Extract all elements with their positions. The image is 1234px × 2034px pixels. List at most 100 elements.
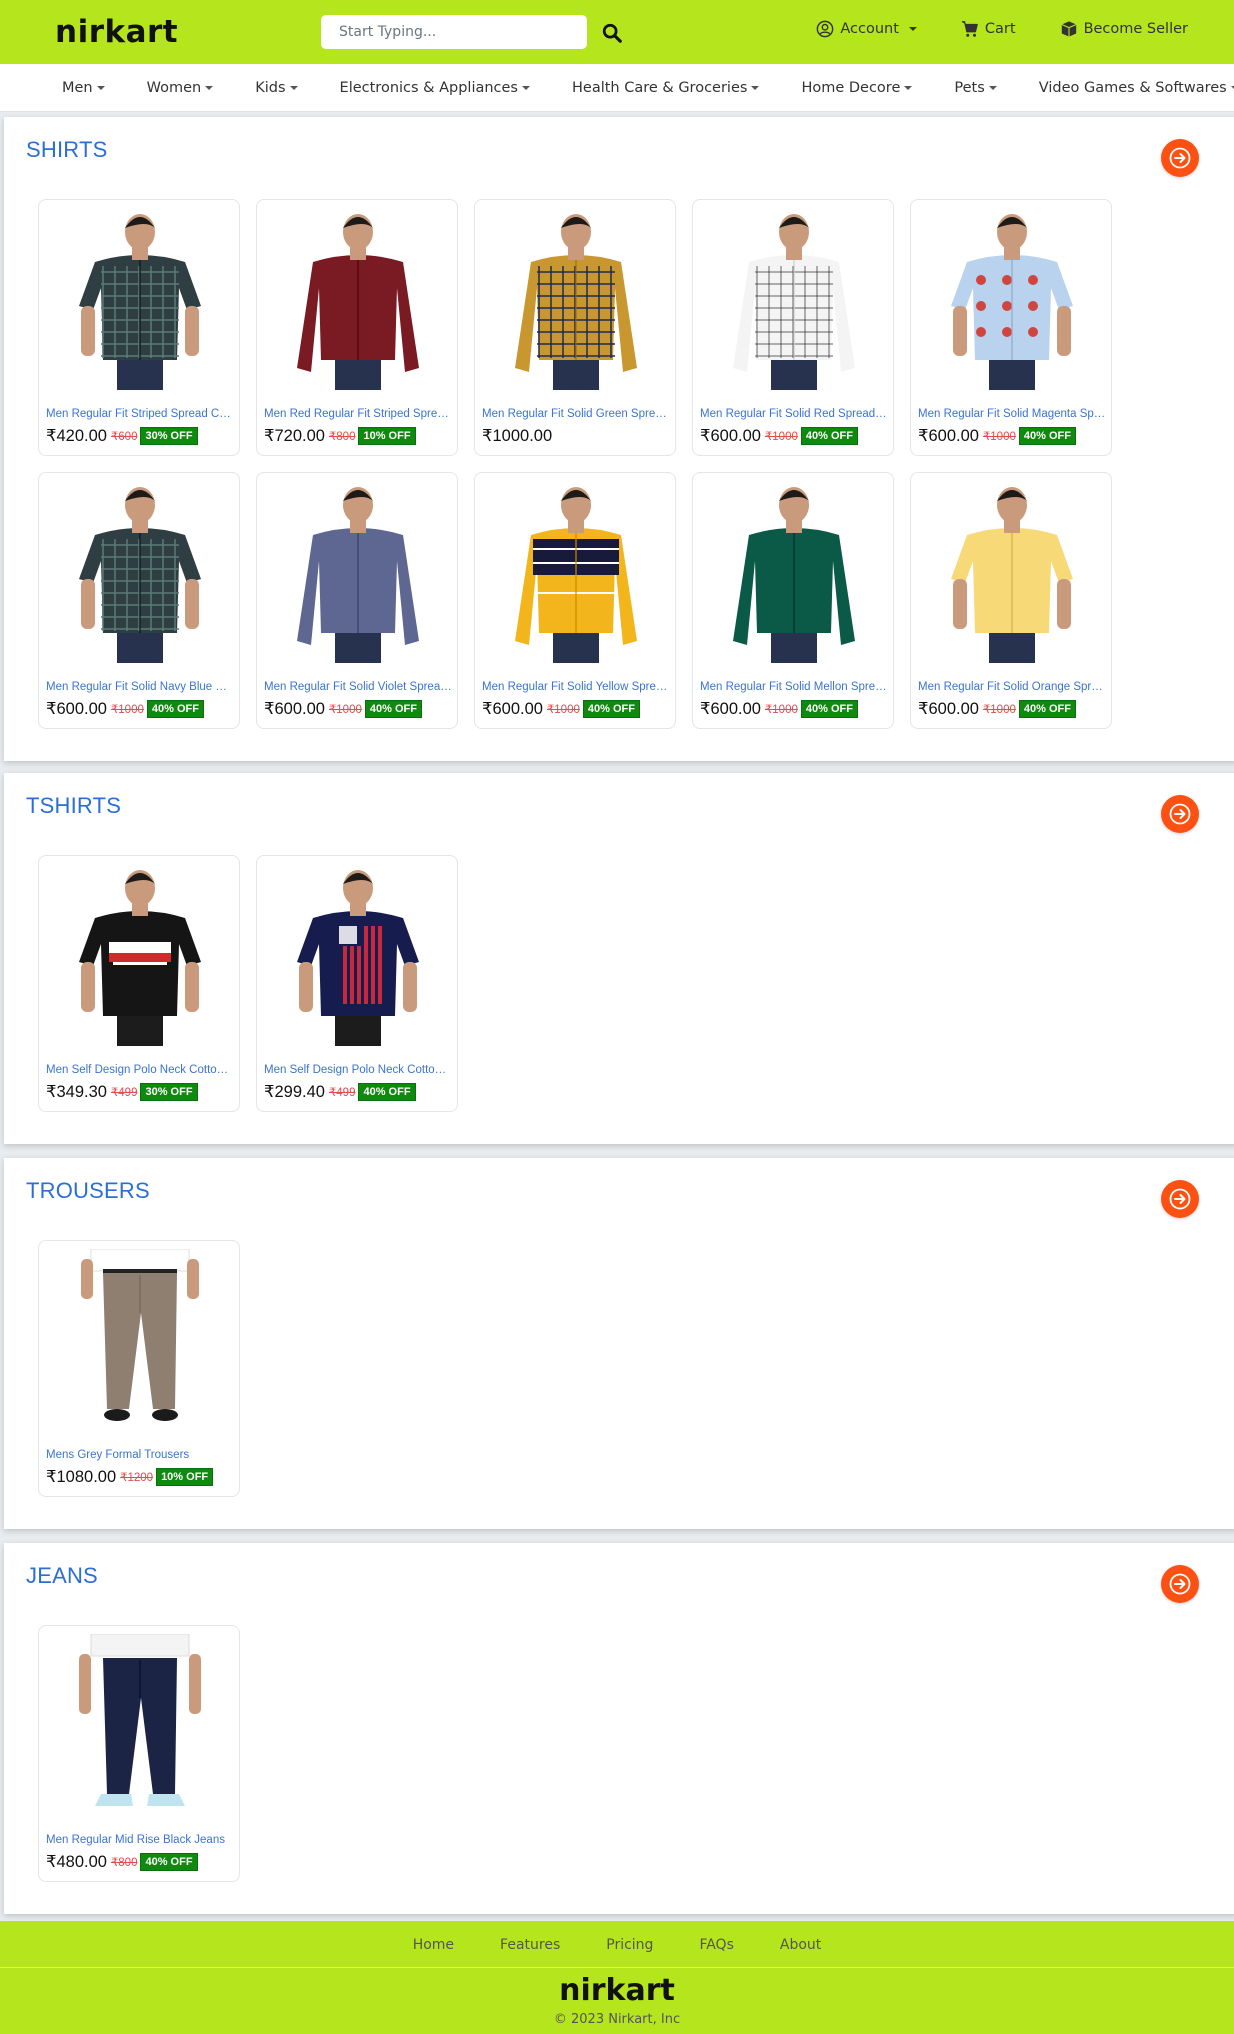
view-all-button[interactable] bbox=[1161, 1565, 1199, 1603]
product-image[interactable] bbox=[269, 208, 447, 390]
original-price: ₹600 bbox=[110, 431, 138, 443]
product-name[interactable]: Men Regular Fit Solid Violet Spread Coll… bbox=[264, 681, 452, 693]
chevron-down-icon bbox=[205, 85, 214, 90]
footer-link-features[interactable]: Features bbox=[500, 1937, 560, 1953]
product-image[interactable] bbox=[269, 481, 447, 663]
cart-label: Cart bbox=[984, 21, 1016, 37]
footer-links: Home Features Pricing FAQs About bbox=[0, 1937, 1234, 1953]
footer-logo: nirkart bbox=[559, 1973, 675, 2008]
product-name[interactable]: Men Regular Fit Solid Yellow Spread Coll… bbox=[482, 681, 670, 693]
product-image[interactable] bbox=[51, 481, 229, 663]
arrow-right-icon bbox=[1169, 803, 1191, 825]
original-price: ₹1000 bbox=[764, 704, 798, 716]
category-electronics-appliances[interactable]: Electronics & Appliances bbox=[340, 80, 530, 96]
product-card[interactable]: Mens Grey Formal Trousers ₹1080.00 ₹1200 10… bbox=[38, 1240, 240, 1497]
category-label: Health Care & Groceries bbox=[572, 79, 748, 96]
product-name[interactable]: Men Self Design Polo Neck Cotton Blend T… bbox=[264, 1064, 452, 1076]
seller-label: Become Seller bbox=[1083, 21, 1188, 37]
product-image[interactable] bbox=[705, 208, 883, 390]
product-card[interactable]: Men Regular Fit Solid Red Spread Collar … bbox=[692, 199, 894, 456]
product-name[interactable]: Men Regular Fit Solid Red Spread Collar … bbox=[700, 408, 888, 420]
footer-link-home[interactable]: Home bbox=[413, 1937, 454, 1953]
category-health-care-groceries[interactable]: Health Care & Groceries bbox=[572, 79, 760, 96]
product-image[interactable] bbox=[487, 481, 665, 663]
product-card[interactable]: Men Red Regular Fit Striped Spread Colla… bbox=[256, 199, 458, 456]
product-image[interactable] bbox=[705, 481, 883, 663]
product-image[interactable] bbox=[51, 208, 229, 390]
product-card[interactable]: Men Regular Mid Rise Black Jeans ₹480.00 ₹… bbox=[38, 1625, 240, 1882]
product-name[interactable]: Men Regular Fit Solid Mellon Spread Coll… bbox=[700, 681, 888, 693]
product-name[interactable]: Men Red Regular Fit Striped Spread Colla… bbox=[264, 408, 452, 420]
product-image[interactable] bbox=[51, 864, 229, 1046]
discount-badge: 40% OFF bbox=[1018, 700, 1076, 718]
product-card[interactable]: Men Self Design Polo Neck Cotton Blend T… bbox=[256, 855, 458, 1112]
view-all-button[interactable] bbox=[1161, 795, 1199, 833]
product-name[interactable]: Mens Grey Formal Trousers bbox=[46, 1449, 234, 1461]
original-price: ₹1000 bbox=[546, 704, 580, 716]
product-image[interactable] bbox=[487, 208, 665, 390]
header-actions: Account Cart Become Seller bbox=[816, 20, 1188, 38]
chevron-down-icon bbox=[904, 85, 913, 90]
cart-link[interactable]: Cart bbox=[961, 20, 1016, 38]
discount-badge: 40% OFF bbox=[1018, 427, 1076, 445]
product-name[interactable]: Men Regular Fit Solid Navy Blue Spread C… bbox=[46, 681, 234, 693]
product-image[interactable] bbox=[923, 481, 1101, 663]
product-card[interactable]: Men Regular Fit Solid Violet Spread Coll… bbox=[256, 472, 458, 729]
brand-logo[interactable]: nirkart bbox=[55, 14, 178, 50]
cart-icon bbox=[961, 21, 978, 37]
search-box bbox=[321, 15, 622, 49]
section-trousers: TROUSERS Mens Grey Formal Trousers ₹1080.0… bbox=[4, 1158, 1234, 1529]
category-pets[interactable]: Pets bbox=[954, 80, 997, 96]
product-image[interactable] bbox=[269, 864, 447, 1046]
arrow-right-icon bbox=[1169, 147, 1191, 169]
footer-link-about[interactable]: About bbox=[780, 1937, 821, 1953]
product-price: ₹299.40 bbox=[264, 1083, 325, 1101]
section-shirts: SHIRTS Men Regular Fit Striped Spread Col… bbox=[4, 117, 1234, 761]
category-women[interactable]: Women bbox=[147, 80, 214, 96]
original-price: ₹800 bbox=[110, 1857, 138, 1869]
product-price: ₹600.00 bbox=[482, 700, 543, 718]
chevron-down-icon bbox=[988, 85, 997, 90]
product-card[interactable]: Men Regular Fit Solid Mellon Spread Coll… bbox=[692, 472, 894, 729]
product-image[interactable] bbox=[51, 1248, 229, 1431]
discount-badge: 10% OFF bbox=[156, 1468, 214, 1486]
product-image[interactable] bbox=[923, 208, 1101, 390]
product-card[interactable]: Men Regular Fit Solid Magenta Spread Col… bbox=[910, 199, 1112, 456]
footer-link-faqs[interactable]: FAQs bbox=[699, 1937, 733, 1953]
product-name[interactable]: Men Regular Fit Solid Magenta Spread Col… bbox=[918, 408, 1106, 420]
category-men[interactable]: Men bbox=[62, 80, 105, 96]
product-image[interactable] bbox=[51, 1633, 229, 1816]
product-price: ₹349.30 bbox=[46, 1083, 107, 1101]
view-all-button[interactable] bbox=[1161, 1180, 1199, 1218]
category-home-decore[interactable]: Home Decore bbox=[801, 80, 913, 96]
product-price: ₹600.00 bbox=[700, 700, 761, 718]
product-card[interactable]: Men Regular Fit Solid Yellow Spread Coll… bbox=[474, 472, 676, 729]
price-row: ₹600.00 ₹1000 40% OFF bbox=[918, 426, 1076, 446]
category-kids[interactable]: Kids bbox=[255, 80, 298, 96]
product-card[interactable]: Men Regular Fit Solid Orange Spread Coll… bbox=[910, 472, 1112, 729]
product-price: ₹600.00 bbox=[700, 427, 761, 445]
become-seller-link[interactable]: Become Seller bbox=[1060, 20, 1188, 38]
product-name[interactable]: Men Self Design Polo Neck Cotton Blend T… bbox=[46, 1064, 234, 1076]
account-menu[interactable]: Account bbox=[816, 20, 917, 38]
product-price: ₹720.00 bbox=[264, 427, 325, 445]
product-card[interactable]: Men Regular Fit Striped Spread Collar Ca… bbox=[38, 199, 240, 456]
view-all-button[interactable] bbox=[1161, 139, 1199, 177]
copyright-text: © 2023 Nirkart, Inc bbox=[553, 2012, 681, 2027]
footer-link-pricing[interactable]: Pricing bbox=[606, 1937, 653, 1953]
price-row: ₹1000.00 bbox=[482, 426, 552, 446]
product-card[interactable]: Men Regular Fit Solid Navy Blue Spread C… bbox=[38, 472, 240, 729]
discount-badge: 40% OFF bbox=[358, 1083, 416, 1101]
product-name[interactable]: Men Regular Fit Solid Green Spread Colla… bbox=[482, 408, 670, 420]
product-card[interactable]: Men Regular Fit Solid Green Spread Colla… bbox=[474, 199, 676, 456]
product-name[interactable]: Men Regular Mid Rise Black Jeans bbox=[46, 1834, 234, 1846]
discount-badge: 40% OFF bbox=[800, 427, 858, 445]
search-input[interactable] bbox=[321, 15, 587, 49]
arrow-right-icon bbox=[1169, 1573, 1191, 1595]
chevron-down-icon bbox=[908, 27, 917, 31]
product-name[interactable]: Men Regular Fit Solid Orange Spread Coll… bbox=[918, 681, 1106, 693]
category-video-games-softwares[interactable]: Video Games & Softwares bbox=[1039, 80, 1234, 96]
product-name[interactable]: Men Regular Fit Striped Spread Collar Ca… bbox=[46, 408, 234, 420]
search-icon[interactable] bbox=[601, 22, 623, 44]
product-card[interactable]: Men Self Design Polo Neck Cotton Blend T… bbox=[38, 855, 240, 1112]
